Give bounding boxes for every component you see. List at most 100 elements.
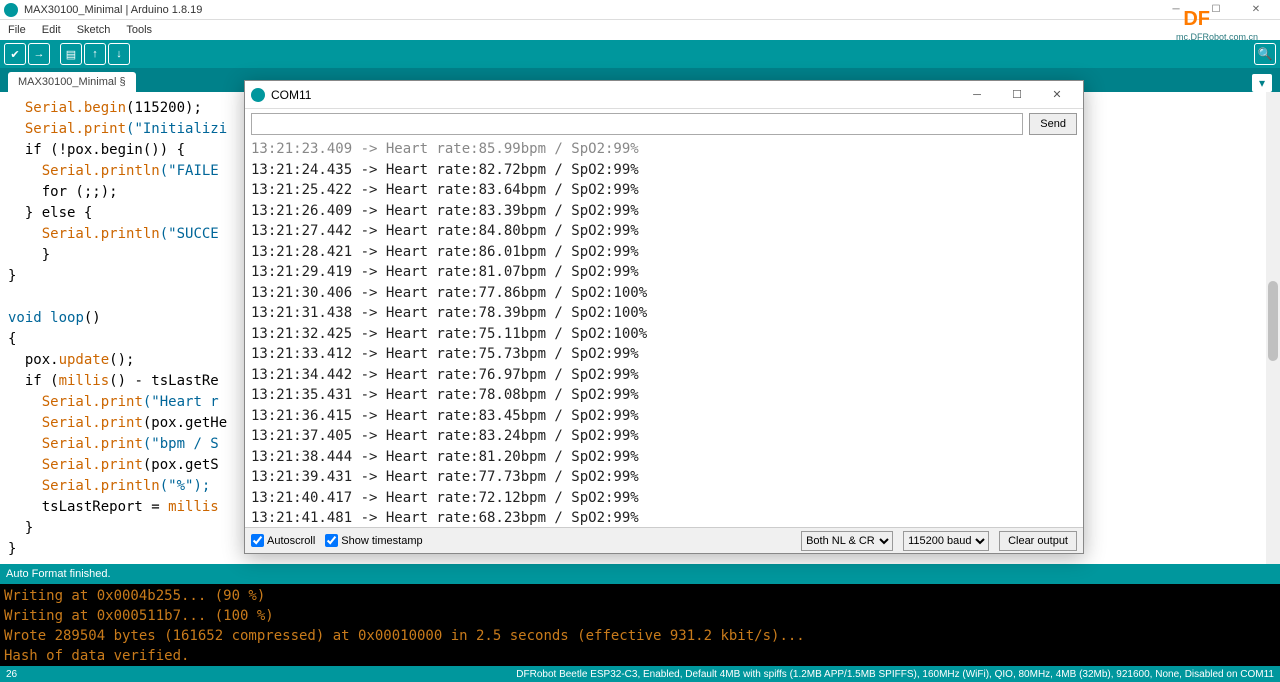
code-line: for (;;); — [8, 184, 118, 200]
code-token: Serial — [8, 163, 92, 179]
code-token: Serial — [8, 457, 92, 473]
serial-line: 13:21:36.415 -> Heart rate:83.45bpm / Sp… — [251, 406, 1077, 427]
serial-line: 13:21:35.431 -> Heart rate:78.08bpm / Sp… — [251, 385, 1077, 406]
serial-monitor-button[interactable]: 🔍 — [1254, 43, 1276, 65]
timestamp-checkbox[interactable]: Show timestamp — [325, 534, 422, 547]
timestamp-input[interactable] — [325, 534, 338, 547]
board-info: DFRobot Beetle ESP32-C3, Enabled, Defaul… — [516, 669, 1274, 680]
serial-send-input[interactable] — [251, 113, 1023, 135]
scrollbar-thumb[interactable] — [1268, 281, 1278, 361]
console-line: Writing at 0x000511b7... (100 %) — [4, 608, 274, 624]
code-token: .println — [92, 163, 159, 179]
timestamp-label: Show timestamp — [341, 535, 422, 547]
serial-close-button[interactable]: ✕ — [1037, 83, 1077, 107]
code-token: millis — [59, 373, 110, 389]
serial-line: 13:21:32.425 -> Heart rate:75.11bpm / Sp… — [251, 324, 1077, 345]
code-token: .print — [75, 121, 126, 137]
code-line: } — [8, 268, 16, 284]
code-token: tsLastReport = — [8, 499, 168, 515]
serial-line: 13:21:28.421 -> Heart rate:86.01bpm / Sp… — [251, 242, 1077, 263]
console-line: Hash of data verified. — [4, 648, 189, 664]
code-token: Serial — [8, 226, 92, 242]
code-line: { — [8, 331, 16, 347]
upload-button[interactable]: → — [28, 43, 50, 65]
code-token: ("%"); — [160, 478, 211, 494]
vertical-scrollbar[interactable] — [1266, 92, 1280, 564]
code-token: ("bpm / S — [143, 436, 219, 452]
serial-minimize-button[interactable]: ─ — [957, 83, 997, 107]
code-token: (115200); — [126, 100, 202, 116]
code-line: } else { — [8, 205, 92, 221]
close-button[interactable]: ✕ — [1236, 0, 1276, 20]
code-token: millis — [168, 499, 219, 515]
serial-line: 13:21:41.481 -> Heart rate:68.23bpm / Sp… — [251, 508, 1077, 527]
df-url: mc.DFRobot.com.cn — [1176, 32, 1258, 42]
menubar: File Edit Sketch Tools — [0, 20, 1280, 40]
serial-send-button[interactable]: Send — [1029, 113, 1077, 135]
serial-line: 13:21:25.422 -> Heart rate:83.64bpm / Sp… — [251, 180, 1077, 201]
code-token: Serial — [8, 478, 92, 494]
verify-button[interactable]: ✔ — [4, 43, 26, 65]
menu-edit[interactable]: Edit — [38, 22, 65, 38]
code-token: Serial — [8, 415, 92, 431]
code-token: Serial — [8, 394, 92, 410]
sketch-tab[interactable]: MAX30100_Minimal § — [8, 72, 136, 92]
code-token: loop — [50, 310, 84, 326]
code-line: } — [8, 247, 50, 263]
bottom-statusbar: 26 DFRobot Beetle ESP32-C3, Enabled, Def… — [0, 666, 1280, 682]
serial-input-row: Send — [245, 109, 1083, 139]
code-token: .print — [92, 436, 143, 452]
build-console[interactable]: Writing at 0x0004b255... (90 %) Writing … — [0, 584, 1280, 666]
menu-tools[interactable]: Tools — [122, 22, 156, 38]
code-line: } — [8, 541, 16, 557]
serial-monitor-dialog: COM11 ─ ☐ ✕ Send 13:21:23.409 -> Heart r… — [244, 80, 1084, 554]
serial-line: 13:21:30.406 -> Heart rate:77.86bpm / Sp… — [251, 283, 1077, 304]
status-bar: Auto Format finished. — [0, 564, 1280, 584]
serial-bottom-bar: Autoscroll Show timestamp Both NL & CR 1… — [245, 527, 1083, 553]
autoscroll-checkbox[interactable]: Autoscroll — [251, 534, 315, 547]
menu-file[interactable]: File — [4, 22, 30, 38]
save-button[interactable]: ↓ — [108, 43, 130, 65]
code-token: ("Initializi — [126, 121, 227, 137]
code-token: if ( — [8, 373, 59, 389]
code-token: Serial — [8, 100, 75, 116]
code-token: (pox.getHe — [143, 415, 227, 431]
serial-output[interactable]: 13:21:23.409 -> Heart rate:85.99bpm / Sp… — [245, 139, 1083, 527]
baud-select[interactable]: 115200 baud — [903, 531, 989, 551]
console-line: Writing at 0x0004b255... (90 %) — [4, 588, 265, 604]
code-token: (pox.getS — [143, 457, 219, 473]
console-line: Wrote 289504 bytes (161652 compressed) a… — [4, 628, 805, 644]
open-button[interactable]: ↑ — [84, 43, 106, 65]
code-token: update — [59, 352, 110, 368]
main-titlebar: MAX30100_Minimal | Arduino 1.8.19 ─ ☐ ✕ — [0, 0, 1280, 20]
serial-titlebar[interactable]: COM11 ─ ☐ ✕ — [245, 81, 1083, 109]
toolbar: ✔ → ▤ ↑ ↓ 🔍 — [0, 40, 1280, 68]
code-token: .print — [92, 394, 143, 410]
code-token: (); — [109, 352, 134, 368]
code-token: pox. — [8, 352, 59, 368]
code-token: () — [84, 310, 101, 326]
serial-maximize-button[interactable]: ☐ — [997, 83, 1037, 107]
code-token: void — [8, 310, 50, 326]
line-ending-select[interactable]: Both NL & CR — [801, 531, 893, 551]
serial-line: 13:21:37.405 -> Heart rate:83.24bpm / Sp… — [251, 426, 1077, 447]
arduino-icon — [4, 3, 18, 17]
clear-output-button[interactable]: Clear output — [999, 531, 1077, 551]
code-token: .begin — [75, 100, 126, 116]
autoscroll-input[interactable] — [251, 534, 264, 547]
code-token: Serial — [8, 121, 75, 137]
serial-title: COM11 — [271, 88, 957, 102]
window-title: MAX30100_Minimal | Arduino 1.8.19 — [24, 4, 1156, 16]
serial-icon — [251, 88, 265, 102]
status-message: Auto Format finished. — [6, 568, 111, 580]
code-token: .println — [92, 478, 159, 494]
code-token: ("SUCCE — [160, 226, 219, 242]
serial-line: 13:21:26.409 -> Heart rate:83.39bpm / Sp… — [251, 201, 1077, 222]
serial-line: 13:21:31.438 -> Heart rate:78.39bpm / Sp… — [251, 303, 1077, 324]
new-button[interactable]: ▤ — [60, 43, 82, 65]
serial-line: 13:21:40.417 -> Heart rate:72.12bpm / Sp… — [251, 488, 1077, 509]
code-token: .print — [92, 415, 143, 431]
menu-sketch[interactable]: Sketch — [73, 22, 115, 38]
code-token: .print — [92, 457, 143, 473]
tab-menu-button[interactable]: ▾ — [1252, 74, 1272, 92]
